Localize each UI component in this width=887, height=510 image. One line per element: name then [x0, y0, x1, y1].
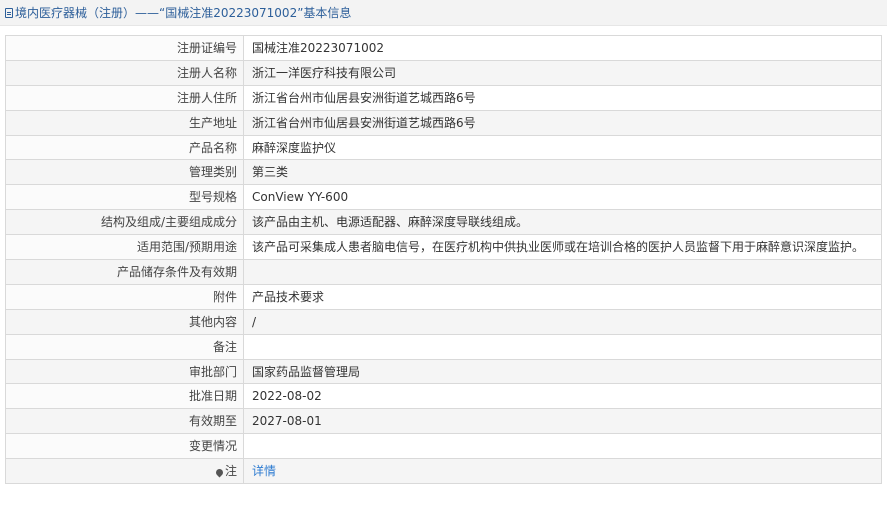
row-value: 麻醉深度监护仪: [243, 134, 882, 161]
table-row: 适用范围/预期用途 该产品可采集成人患者脑电信号，在医疗机构中供执业医师或在培训…: [5, 234, 882, 261]
page-header: 境内医疗器械（注册）——“国械注准20223071002”基本信息: [0, 0, 887, 26]
detail-table: 注册证编号 国械注准20223071002 注册人名称 浙江一洋医疗科技有限公司…: [5, 35, 882, 485]
document-icon: [5, 7, 13, 18]
row-label: 结构及组成/主要组成成分: [5, 209, 244, 236]
row-label: 管理类别: [5, 159, 244, 186]
note-value-cell: 详情: [243, 458, 882, 485]
table-row: 附件 产品技术要求: [5, 283, 882, 310]
table-row: 审批部门 国家药品监督管理局: [5, 358, 882, 385]
row-value: 浙江省台州市仙居县安洲街道艺城西路6号: [243, 84, 882, 111]
table-row: 其他内容 /: [5, 308, 882, 335]
row-value: [243, 259, 882, 285]
note-label-cell: 注: [5, 458, 244, 485]
row-value: 国家药品监督管理局: [243, 358, 882, 385]
row-label: 注册人住所: [5, 84, 244, 111]
row-label: 批准日期: [5, 383, 244, 410]
row-label: 附件: [5, 283, 244, 310]
row-value: ConView YY-600: [243, 184, 882, 211]
pin-icon: [214, 467, 225, 478]
table-row: 有效期至 2027-08-01: [5, 408, 882, 435]
table-row: 管理类别 第三类: [5, 159, 882, 186]
table-row: 型号规格 ConView YY-600: [5, 184, 882, 211]
table-row: 注册人名称 浙江一洋医疗科技有限公司: [5, 59, 882, 86]
row-label: 注册人名称: [5, 59, 244, 86]
row-value: 该产品由主机、电源适配器、麻醉深度导联线组成。: [243, 209, 882, 236]
row-label: 变更情况: [5, 433, 244, 460]
row-label: 注册证编号: [5, 35, 244, 61]
row-value: /: [243, 308, 882, 335]
row-label: 生产地址: [5, 109, 244, 136]
row-label: 审批部门: [5, 358, 244, 385]
note-label: 注: [224, 464, 237, 479]
table-row: 结构及组成/主要组成成分 该产品由主机、电源适配器、麻醉深度导联线组成。: [5, 209, 882, 236]
row-value: 国械注准20223071002: [243, 35, 882, 61]
table-row: 注册证编号 国械注准20223071002: [5, 35, 882, 61]
row-label: 型号规格: [5, 184, 244, 211]
table-row: 产品名称 麻醉深度监护仪: [5, 134, 882, 161]
row-value: 浙江一洋医疗科技有限公司: [243, 59, 882, 86]
row-value: [243, 433, 882, 460]
row-value: 该产品可采集成人患者脑电信号，在医疗机构中供执业医师或在培训合格的医护人员监督下…: [243, 234, 882, 261]
table-row: 批准日期 2022-08-02: [5, 383, 882, 410]
table-row: 变更情况: [5, 433, 882, 460]
row-label: 产品名称: [5, 134, 244, 161]
page-title: 境内医疗器械（注册）——“国械注准20223071002”基本信息: [15, 6, 352, 20]
table-row: 生产地址 浙江省台州市仙居县安洲街道艺城西路6号: [5, 109, 882, 136]
row-value: [243, 333, 882, 360]
row-value: 浙江省台州市仙居县安洲街道艺城西路6号: [243, 109, 882, 136]
note-row: 注 详情: [5, 458, 882, 485]
table-row: 产品储存条件及有效期: [5, 259, 882, 285]
row-label: 产品储存条件及有效期: [5, 259, 244, 285]
row-label: 适用范围/预期用途: [5, 234, 244, 261]
row-value: 第三类: [243, 159, 882, 186]
row-value: 2022-08-02: [243, 383, 882, 410]
row-label: 备注: [5, 333, 244, 360]
details-link[interactable]: 详情: [252, 464, 276, 478]
row-label: 其他内容: [5, 308, 244, 335]
row-label: 有效期至: [5, 408, 244, 435]
row-value: 2027-08-01: [243, 408, 882, 435]
row-value: 产品技术要求: [243, 283, 882, 310]
table-row: 注册人住所 浙江省台州市仙居县安洲街道艺城西路6号: [5, 84, 882, 111]
table-row: 备注: [5, 333, 882, 360]
